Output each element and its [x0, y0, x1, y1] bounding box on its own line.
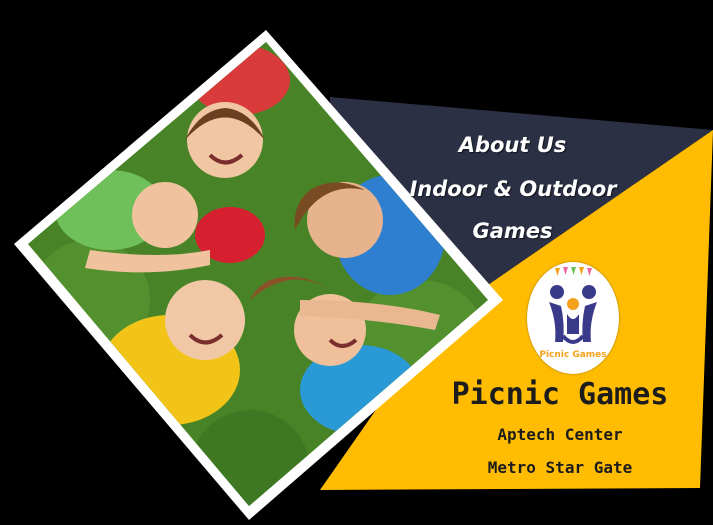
address-line-2: Metro Star Gate: [487, 458, 633, 477]
about-us-link[interactable]: About Us: [430, 133, 595, 157]
games-link-line-2[interactable]: Games: [430, 219, 595, 243]
picnic-games-logo: Picnic Games: [527, 262, 619, 374]
logo-caption: Picnic Games: [539, 350, 607, 360]
brand-title: Picnic Games: [451, 377, 669, 412]
address-line-1: Aptech Center: [497, 425, 623, 444]
games-link-line-1[interactable]: Indoor & Outdoor: [398, 177, 628, 201]
poster: About Us Indoor & Outdoor Games Picnic G…: [0, 0, 713, 525]
